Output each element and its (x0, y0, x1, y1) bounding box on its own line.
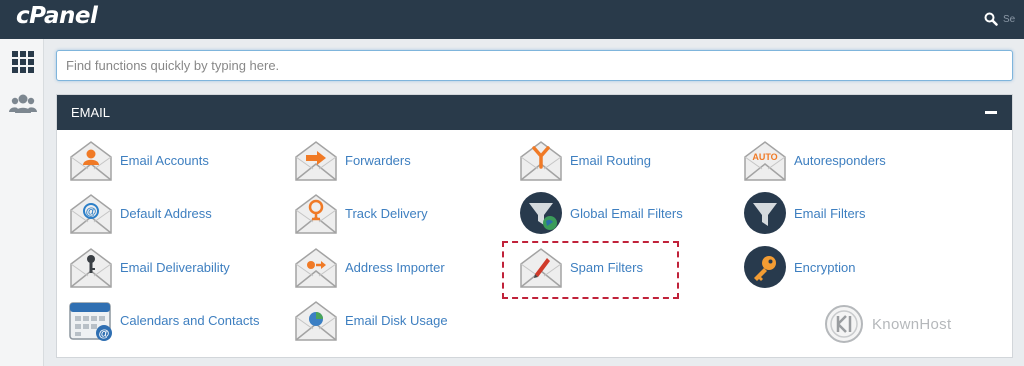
item-label: Calendars and Contacts (120, 312, 260, 328)
email-filters-icon (744, 192, 786, 234)
address-importer-link[interactable]: Address Importer (293, 243, 445, 291)
cpanel-logo[interactable]: cPanel (16, 3, 98, 29)
spam-filters-highlight (502, 241, 679, 299)
watermark-text: KnownHost (872, 315, 952, 333)
forwarders-link[interactable]: Forwarders (293, 136, 411, 184)
email-accounts-icon (68, 137, 114, 183)
default-address-link[interactable]: @ Default Address (68, 189, 212, 237)
email-deliverability-icon (68, 244, 114, 290)
autoresponders-link[interactable]: AUTO Autoresponders (742, 136, 886, 184)
item-label: Default Address (120, 205, 212, 221)
email-routing-icon (518, 137, 564, 183)
email-section-header[interactable]: EMAIL (57, 95, 1012, 130)
sidebar (0, 39, 44, 366)
top-bar: cPanel Se (0, 0, 1024, 39)
top-search[interactable]: Se (984, 8, 1024, 30)
item-label: Email Accounts (120, 152, 209, 168)
item-label: Global Email Filters (570, 205, 683, 221)
track-delivery-icon (293, 190, 339, 236)
section-title: EMAIL (71, 105, 111, 120)
forwarders-icon (293, 137, 339, 183)
global-email-filters-link[interactable]: Global Email Filters (518, 189, 683, 237)
email-disk-usage-link[interactable]: Email Disk Usage (293, 296, 448, 344)
minus-icon[interactable] (985, 111, 997, 114)
svg-text:@: @ (99, 328, 110, 340)
item-label: Autoresponders (794, 152, 886, 168)
svg-text:AUTO: AUTO (752, 152, 777, 162)
disk-usage-pie-icon (293, 297, 339, 343)
item-label: Email Deliverability (120, 259, 230, 275)
calendar-icon: @ (69, 302, 112, 341)
users-icon[interactable] (9, 90, 37, 118)
top-search-hint: Se (1003, 13, 1016, 25)
knownhost-logo-icon (825, 305, 863, 343)
function-search-input[interactable]: Find functions quickly by typing here. (56, 50, 1013, 81)
grid-apps-icon[interactable] (9, 48, 37, 76)
address-importer-icon (293, 244, 339, 290)
track-delivery-link[interactable]: Track Delivery (293, 189, 428, 237)
email-deliverability-link[interactable]: Email Deliverability (68, 243, 230, 291)
calendars-contacts-link[interactable]: @ Calendars and Contacts (68, 296, 259, 344)
item-label: Email Disk Usage (345, 312, 448, 328)
magnifier-icon[interactable] (984, 12, 998, 26)
item-label: Address Importer (345, 259, 445, 275)
encryption-link[interactable]: Encryption (742, 243, 855, 291)
default-address-icon: @ (68, 190, 114, 236)
item-label: Email Routing (570, 152, 651, 168)
item-label: Encryption (794, 259, 856, 275)
item-label: Track Delivery (345, 205, 428, 221)
item-label: Forwarders (345, 152, 411, 168)
autoresponders-icon: AUTO (742, 137, 788, 183)
svg-text:@: @ (86, 206, 97, 218)
email-filters-link[interactable]: Email Filters (742, 189, 866, 237)
encryption-key-icon (744, 246, 786, 288)
email-accounts-link[interactable]: Email Accounts (68, 136, 209, 184)
email-routing-link[interactable]: Email Routing (518, 136, 651, 184)
knownhost-watermark: KnownHost (824, 304, 951, 344)
item-label: Email Filters (794, 205, 866, 221)
global-email-filters-icon (520, 192, 562, 234)
